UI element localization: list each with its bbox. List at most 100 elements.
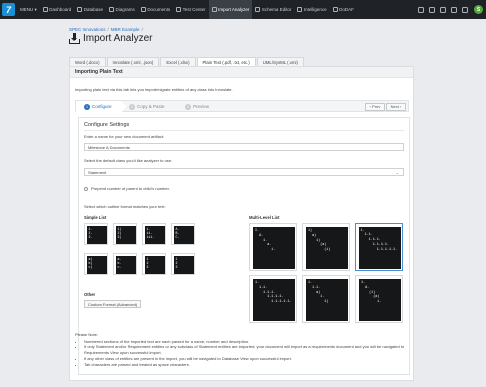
nav-intelligence[interactable]: Intelligence <box>294 0 329 19</box>
format-preview: 1. 2. 3. <box>87 226 107 244</box>
multi-format-option[interactable]: 1. A. (1) (a) i. <box>355 275 403 323</box>
format-preview: 1 2 3 <box>145 256 165 274</box>
test-icon <box>176 7 182 12</box>
format-preview: 1. 1.1. 1.1.1. 1.1.1.1. 1.1.1.1.1. <box>253 279 295 321</box>
nav-schema-editor[interactable]: Schema Editor <box>252 0 294 19</box>
simple-format-option[interactable]: a) b) c) <box>84 253 108 275</box>
multi-format-option[interactable]: 1. 1.1. a) i. 1) <box>302 275 350 323</box>
simple-format-option[interactable]: A. B. C. <box>171 223 195 245</box>
step-label: Preview <box>193 104 210 109</box>
config-title: Configure Settings <box>84 122 130 128</box>
divider <box>84 130 404 131</box>
breadcrumb-project[interactable]: MBR Example <box>111 27 140 32</box>
notes: Please Note: Numbered sections of the im… <box>75 332 413 367</box>
simple-format-option[interactable]: 1 2 3 <box>142 253 166 275</box>
bell-icon[interactable] <box>440 6 446 13</box>
prepend-option[interactable]: Prepend number of parent to child's numb… <box>84 186 170 191</box>
chat-icon[interactable] <box>418 6 424 13</box>
import-panel: Importing Plain Text Importing plain tex… <box>69 66 414 381</box>
document-name-value: Milestone A Documents <box>88 144 130 150</box>
document-name-input[interactable]: Milestone A Documents <box>84 143 404 151</box>
nav-label: Diagrams <box>115 7 135 12</box>
dashboard-icon <box>42 7 48 12</box>
simple-list-title: Simple List <box>84 215 107 220</box>
other-title: Other <box>84 292 96 297</box>
format-preview: A. B. C. <box>174 226 194 244</box>
tab-uml-sysml[interactable]: UML/SysML (.xmi) <box>256 57 304 66</box>
nav-test-center[interactable]: Test Center <box>173 0 209 19</box>
nav-database[interactable]: Database <box>74 0 106 19</box>
multi-format-option[interactable]: 1. 1.1. 1.1.1. 1.1.1.1. 1.1.1.1.1. <box>249 275 297 323</box>
topbar-actions: S <box>413 0 483 19</box>
panel-intro: Importing plain text via this tab lets y… <box>75 87 233 92</box>
notes-list: Numbered sections of the imported text a… <box>84 339 413 368</box>
menu-toggle[interactable]: MENU ▾ <box>17 0 40 19</box>
breadcrumb-separator: / <box>107 27 109 32</box>
nav-label: Intelligence <box>303 7 327 12</box>
breadcrumb: SPEC Innovations / MBR Example / <box>69 27 143 32</box>
nav-label: Test Center <box>182 7 206 12</box>
diagram-icon <box>109 7 115 12</box>
step-label: Configure <box>92 104 112 109</box>
panel-heading: Importing Plain Text <box>70 67 413 78</box>
simple-format-option[interactable]: a. b. c. <box>113 253 137 275</box>
tab-plain-text[interactable]: Plain Text (.pdf, .txt, etc.) <box>196 57 256 66</box>
import-type-tabs: Word (.docx) Innoslate (.xml, .json) Exc… <box>69 57 305 66</box>
page-title: Import Analyzer <box>83 33 153 44</box>
next-button[interactable]: Next › <box>386 102 406 111</box>
format-preview: 1. A. (1) (a) i. <box>359 279 401 321</box>
format-preview: a) b) c) <box>87 256 107 274</box>
nav-dodaf[interactable]: DoDAF <box>330 0 357 19</box>
nav-label: Schema Editor <box>261 7 292 12</box>
nav-diagrams[interactable]: Diagrams <box>106 0 138 19</box>
nav-label: DoDAF <box>339 7 354 12</box>
simple-format-option[interactable]: 1 2 3 <box>171 253 195 275</box>
simple-format-option[interactable]: 1. 2. 3. <box>84 223 108 245</box>
step-preview[interactable]: 3 Preview <box>185 101 209 112</box>
step-copy-paste[interactable]: 2 Copy & Paste <box>129 101 165 112</box>
link-icon[interactable] <box>429 6 435 13</box>
multi-list-title: Multi-Level List <box>249 215 280 220</box>
wizard-steps: 1 Configure 2 Copy & Paste 3 Preview ‹ P… <box>75 100 409 112</box>
custom-format-button[interactable]: Custom Format (Advanced) <box>84 300 142 308</box>
import-icon <box>69 33 80 44</box>
help-icon[interactable] <box>451 6 457 13</box>
dodaf-icon <box>332 7 338 12</box>
multi-format-option[interactable]: I. A. 1. a. i. <box>249 223 297 271</box>
tab-innoslate[interactable]: Innoslate (.xml, .json) <box>106 57 160 66</box>
simple-format-option[interactable]: 1) 2) 3) <box>113 223 137 245</box>
format-preview: 1 2 3 <box>174 256 194 274</box>
step-configure[interactable]: 1 Configure <box>84 101 112 112</box>
nav-dashboard[interactable]: Dashboard <box>40 0 75 19</box>
format-preview: 1. 1.1. a) i. 1) <box>306 279 348 321</box>
nav-label: Database <box>83 7 104 12</box>
chevron-down-icon: ⌄ <box>395 170 399 175</box>
user-avatar[interactable]: S <box>474 5 483 14</box>
simple-format-option[interactable]: i. ii. iii. <box>142 223 166 245</box>
prepend-radio[interactable] <box>84 186 88 191</box>
prev-button[interactable]: ‹ Prev <box>365 102 385 111</box>
app-logo[interactable]: 7 <box>2 3 15 16</box>
top-navbar: 7 MENU ▾ Dashboard Database Diagrams Doc… <box>0 0 486 19</box>
nav-documents[interactable]: Documents <box>138 0 173 19</box>
document-icon <box>140 7 146 12</box>
nav-import-analyzer[interactable]: Import Analyzer <box>208 0 253 19</box>
nav-label: Import Analyzer <box>218 7 250 12</box>
breadcrumb-org[interactable]: SPEC Innovations <box>69 27 106 32</box>
tab-excel[interactable]: Excel (.xlsx) <box>160 57 196 66</box>
format-preview: 1) a) i) (a) (i) <box>306 227 348 269</box>
prepend-label: Prepend number of parent to child's numb… <box>91 186 170 191</box>
nav-label: Documents <box>147 7 171 12</box>
format-preview: 1) 2) 3) <box>116 226 136 244</box>
folder-icon[interactable] <box>462 6 468 13</box>
multi-format-option[interactable]: 1) a) i) (a) (i) <box>302 223 350 271</box>
caret-down-icon: ▾ <box>33 6 37 12</box>
tab-word[interactable]: Word (.docx) <box>69 57 106 66</box>
class-select[interactable]: Statement ⌄ <box>84 168 404 176</box>
notes-heading: Please Note: <box>75 332 98 337</box>
multi-format-option[interactable]: 1. 1.1. 1.1.1. 1.1.1.1. 1.1.1.1.1. <box>355 223 403 271</box>
note-item: If only Statement and/or Requirement ent… <box>84 344 413 356</box>
step-number: 3 <box>185 103 191 110</box>
format-label: Select which outline format matches your… <box>84 204 166 209</box>
page-header: Import Analyzer <box>69 33 152 44</box>
